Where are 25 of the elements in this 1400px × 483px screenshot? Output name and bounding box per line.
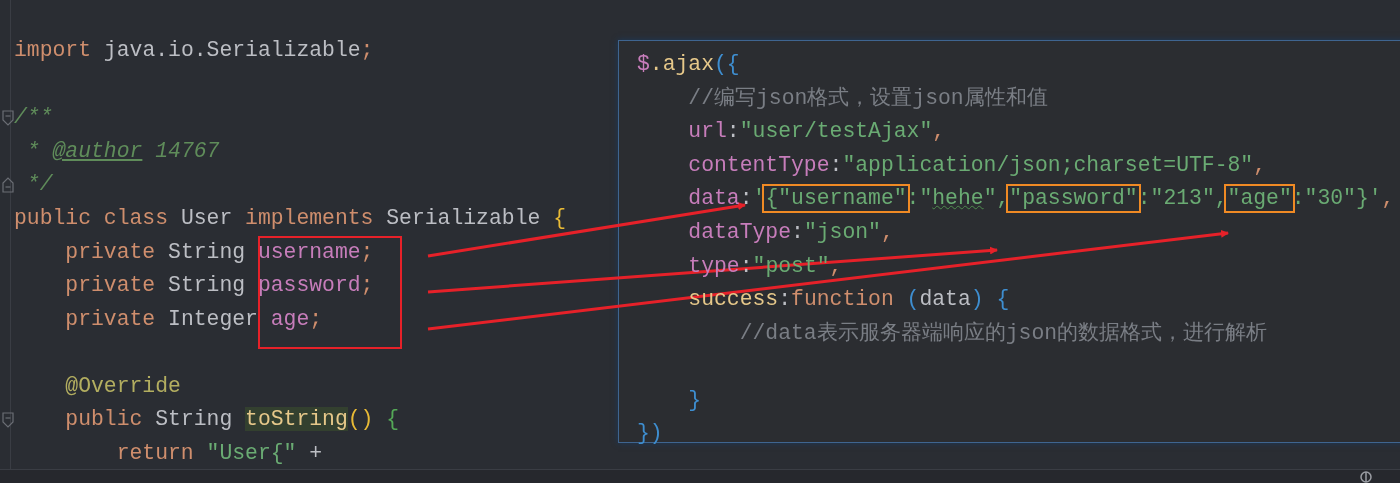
code-line: private String password; — [64, 273, 374, 299]
fold-icon[interactable] — [1, 110, 14, 126]
code-line: @Override — [64, 373, 181, 400]
code-line: public String toString() { — [64, 407, 400, 434]
status-icon[interactable] — [1360, 471, 1372, 483]
code-line: * @author 14767 — [25, 138, 220, 165]
code-line: //data表示服务器端响应的json的数据格式，进行解析 — [738, 320, 1268, 347]
code-line: $.ajax({ — [637, 51, 740, 78]
code-line: url:"user/testAjax", — [687, 119, 946, 145]
code-line: public class User implements Serializable { — [14, 205, 566, 232]
code-line: }) — [637, 421, 663, 448]
code-line: } — [687, 387, 702, 414]
code-line: */ — [25, 172, 53, 198]
code-line: contentType:"application/json;charset=UTF-8", — [687, 152, 1267, 179]
code-line: import java.io.Serializable; — [14, 37, 374, 64]
code-line: dataType:"json", — [687, 219, 894, 246]
code-line: return "User{" + — [115, 441, 323, 467]
code-line: //编写json格式，设置json属性和值 — [687, 85, 1048, 112]
fold-icon[interactable] — [1, 412, 14, 429]
fold-icon[interactable] — [1, 177, 14, 194]
code-line: data:'{"username":"hehe","password":"213","age":"30"}', — [687, 186, 1395, 212]
code-line: /** — [14, 105, 53, 131]
code-line: private Integer age; — [64, 306, 323, 333]
code-line: success:function (data) { — [687, 287, 1010, 313]
code-line: private String username; — [64, 239, 374, 266]
